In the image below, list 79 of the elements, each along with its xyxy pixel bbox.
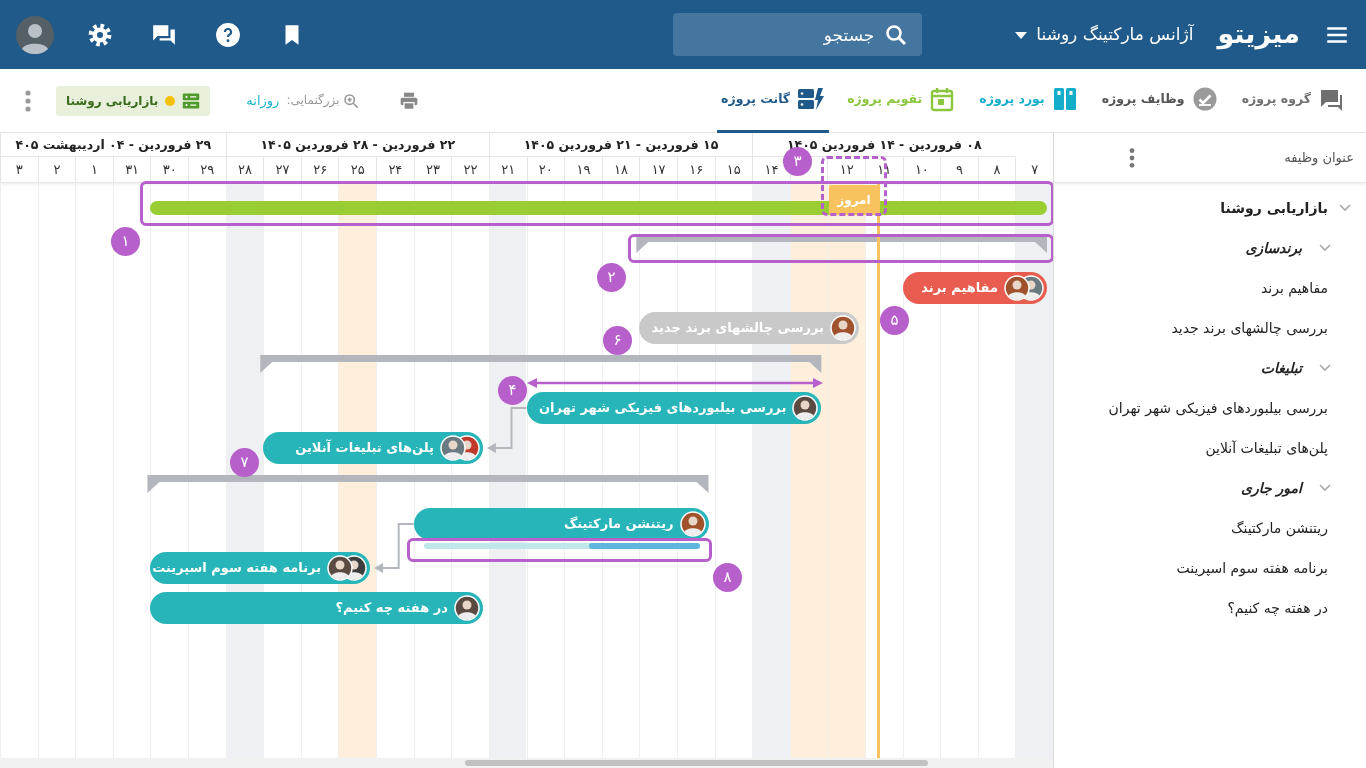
help-icon[interactable] [215, 21, 241, 48]
project-tab[interactable]: گروه پروژه [1237, 68, 1350, 133]
search-field[interactable]: جستجو [673, 13, 923, 56]
dependency-arrow [374, 523, 415, 573]
summary-bar[interactable] [636, 235, 1047, 253]
day-label: ۲ [37, 157, 76, 183]
avatar-icon [327, 555, 354, 581]
day-label: ۱۶ [676, 157, 715, 183]
week-label: ۲۲ فروردین - ۲۸ فروردین ۱۴۰۵ [225, 133, 489, 157]
day-label: ۱۲ [827, 157, 865, 183]
day-label: ۱۹ [564, 157, 602, 183]
status-dot-icon [165, 95, 176, 106]
task-name[interactable]: پلن‌های تبلیغات آنلاین [1205, 437, 1328, 459]
day-label: ۲۴ [376, 157, 414, 183]
avatar-icon [1004, 275, 1030, 301]
day-label: ۱۵ [714, 157, 753, 183]
task-name[interactable]: در هفته چه کنیم؟ [1227, 597, 1328, 619]
search-icon [884, 23, 909, 47]
column-menu-button[interactable] [1128, 146, 1136, 169]
day-label: ۱۸ [601, 157, 640, 183]
scrollbar[interactable] [0, 758, 1053, 768]
day-label: ۲۷ [263, 157, 301, 183]
day-label: ۱۰ [902, 157, 941, 183]
app-logo: میزیتو [1217, 17, 1300, 52]
day-label: ۸ [977, 157, 1016, 183]
day-label: ۲۵ [338, 157, 377, 183]
user-avatar[interactable] [16, 15, 54, 54]
project-name[interactable]: بازاریابی روشنا [1220, 197, 1328, 219]
group-name[interactable]: برندسازی [1245, 237, 1302, 259]
week-label: ۱۵ فروردین - ۲۱ فروردین ۱۴۰۵ [488, 133, 753, 157]
more-menu-button[interactable] [24, 88, 32, 113]
avatar-icon [679, 511, 706, 537]
server-icon [182, 91, 201, 110]
day-label: ۳۰ [150, 157, 188, 183]
workspace-dropdown[interactable]: آژانس مارکتینگ روشنا [1014, 21, 1194, 48]
caret-icon [1014, 29, 1029, 40]
step-marker: ۱ [111, 227, 140, 256]
summary-bar[interactable] [260, 355, 822, 373]
task-name[interactable]: برنامه هفته سوم اسپرینت [1176, 557, 1328, 579]
avatar-icon [453, 595, 480, 621]
summary-bar[interactable] [147, 475, 709, 493]
day-label: ۳ [0, 157, 38, 183]
task-name[interactable]: مفاهیم برند [1260, 277, 1328, 299]
week-label: ۲۹ فروردین - ۰۴ اردیبهشت ۴۰۵ [0, 133, 226, 157]
task-name[interactable]: بررسی بیلبوردهای فیزیکی شهر تهران [1108, 397, 1328, 419]
day-label: ۲۹ [188, 157, 226, 183]
group-name[interactable]: امور جاری [1241, 477, 1302, 499]
step-marker: ۵ [880, 306, 909, 335]
day-label: ۲۱ [488, 157, 527, 183]
settings-icon[interactable] [87, 21, 113, 48]
print-button[interactable] [399, 90, 420, 111]
day-label: ۳۱ [112, 157, 151, 183]
step-marker: ۶ [603, 326, 632, 355]
scrollbar-thumb[interactable] [465, 760, 928, 766]
avatar-icon [439, 435, 466, 461]
column-header: عنوان وظیفه [1284, 148, 1354, 168]
day-label: ۲۳ [413, 157, 452, 183]
today-label: امروز [828, 185, 879, 215]
gantt-icon [798, 86, 826, 112]
dependency-arrow [486, 407, 528, 453]
task-name[interactable]: بررسی چالشهای برند جدید [1171, 317, 1328, 339]
day-label: ۲۸ [225, 157, 264, 183]
day-label: ۹ [940, 157, 978, 183]
step-marker: ۸ [713, 563, 742, 592]
day-label: ۷ [1015, 157, 1053, 183]
task-name[interactable]: ریتنشن مارکتینگ [1230, 517, 1328, 539]
avatar-icon [792, 395, 819, 421]
project-chip[interactable]: بازاریابی روشنا [56, 85, 211, 116]
day-label: ۱۷ [639, 157, 677, 183]
day-label: ۱۱ [864, 157, 903, 183]
day-label: ۲۰ [526, 157, 565, 183]
step-marker: ۲ [597, 263, 626, 292]
day-label: ۲۶ [300, 157, 339, 183]
project-tab[interactable]: وظایف پروژه [1097, 68, 1224, 133]
zoom-in-icon [343, 92, 360, 109]
group-name[interactable]: تبلیغات [1260, 357, 1302, 379]
day-label: ۱ [75, 157, 113, 183]
day-label: ۲۲ [451, 157, 489, 183]
avatar-icon [829, 315, 856, 341]
